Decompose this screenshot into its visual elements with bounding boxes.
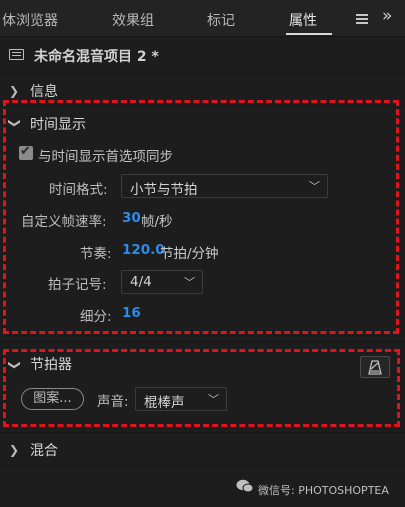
chevron-down-icon: ❯	[8, 117, 23, 129]
time-signature-value: 4/4	[130, 274, 152, 290]
more-icon[interactable]: »	[382, 6, 392, 26]
tab-media-browser[interactable]: 体浏览器	[2, 10, 58, 30]
chevron-down-icon: ❯	[8, 359, 23, 371]
sync-checkbox-label: 与时间显示首选项同步	[38, 149, 173, 165]
chevron-right-icon: ❯	[9, 443, 20, 457]
custom-fps-unit: 帧/秒	[141, 214, 173, 230]
panel-tab-bar: 体浏览器 效果组 标记 属性 »	[0, 0, 405, 37]
divider	[0, 105, 405, 106]
section-mix-title: 混合	[30, 443, 58, 459]
section-metronome-title: 节拍器	[30, 357, 72, 373]
tempo-value[interactable]: 120.0	[122, 242, 165, 258]
divider	[0, 341, 405, 342]
subdivision-label: 细分:	[80, 309, 112, 325]
tab-effects-group[interactable]: 效果组	[112, 10, 154, 30]
active-tab-indicator	[286, 33, 332, 35]
subdivision-value[interactable]: 16	[122, 305, 141, 321]
section-time-display-title: 时间显示	[30, 117, 86, 133]
sync-checkbox[interactable]	[19, 144, 33, 160]
metronome-toggle-button[interactable]	[360, 356, 390, 378]
pattern-button[interactable]: 图案...	[21, 388, 84, 410]
time-format-label: 时间格式:	[49, 182, 108, 198]
time-signature-label: 拍子记号:	[48, 277, 107, 293]
tab-markers[interactable]: 标记	[207, 10, 235, 30]
menu-icon[interactable]	[356, 14, 368, 24]
chevron-down-icon: ﹀	[309, 180, 320, 193]
section-time-display-header[interactable]: ❯ 时间显示	[0, 108, 405, 138]
sound-dropdown[interactable]: 棍棒声 ﹀	[135, 387, 227, 411]
divider	[0, 465, 405, 466]
tempo-unit: 节拍/分钟	[160, 246, 219, 262]
sound-label: 声音:	[97, 394, 129, 410]
chevron-right-icon: ❯	[9, 84, 20, 98]
tab-properties[interactable]: 属性	[289, 10, 317, 30]
chevron-down-icon: ﹀	[184, 276, 195, 289]
sound-value: 棍棒声	[144, 395, 185, 411]
divider	[0, 432, 405, 433]
clip-icon	[9, 49, 24, 60]
time-format-value: 小节与节拍	[130, 182, 198, 198]
custom-fps-label: 自定义帧速率:	[21, 214, 107, 230]
custom-fps-value[interactable]: 30	[122, 210, 141, 226]
watermark-text: 微信号: PHOTOSHOPTEA	[258, 484, 389, 497]
section-info-header[interactable]: ❯ 信息	[0, 75, 405, 105]
clip-title-row: 未命名混音项目 2 *	[0, 37, 405, 73]
clip-title: 未命名混音项目 2 *	[34, 49, 159, 65]
time-signature-dropdown[interactable]: 4/4 ﹀	[121, 270, 203, 294]
section-mix-header[interactable]: ❯ 混合	[0, 434, 405, 464]
section-info-title: 信息	[30, 84, 58, 100]
metronome-icon	[368, 360, 382, 375]
tempo-label: 节奏:	[80, 246, 112, 262]
section-metronome-header[interactable]: ❯ 节拍器	[0, 350, 405, 380]
chevron-down-icon: ﹀	[208, 393, 219, 406]
time-format-dropdown[interactable]: 小节与节拍 ﹀	[121, 174, 328, 198]
divider	[0, 73, 405, 74]
wechat-icon	[236, 479, 254, 493]
